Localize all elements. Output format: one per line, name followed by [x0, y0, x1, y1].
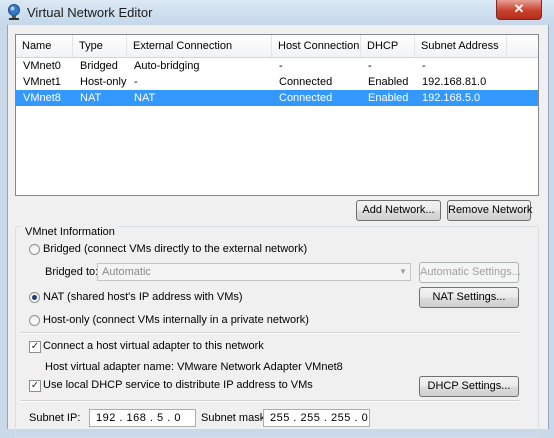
nat-settings-button[interactable]: NAT Settings... [419, 287, 519, 308]
nat-radio-label[interactable]: NAT (shared host's IP address with VMs) [43, 291, 243, 303]
cell-type: Host-only [80, 76, 127, 88]
vmware-network-icon [8, 4, 20, 20]
close-icon: ✕ [513, 1, 525, 16]
window-title: Virtual Network Editor [27, 5, 153, 20]
table-row-selected[interactable]: VMnet8 NAT NAT Connected Enabled 192.168… [16, 90, 538, 106]
table-row[interactable]: VMnet1 Host-only - Connected Enabled 192… [16, 74, 538, 90]
bridged-to-select[interactable]: Automatic ▼ [97, 263, 411, 281]
column-header-name[interactable]: Name [16, 35, 73, 57]
cell-name: VMnet8 [23, 92, 61, 104]
column-header-subnet-address[interactable]: Subnet Address [415, 35, 507, 57]
cell-name: VMnet1 [23, 76, 61, 88]
column-header-external-connection[interactable]: External Connection [127, 35, 272, 57]
cell-subnet-address: - [422, 60, 426, 72]
adapter-name-text: Host virtual adapter name: VMware Networ… [45, 361, 343, 373]
host-only-radio[interactable] [29, 315, 40, 326]
cell-external-connection: NAT [134, 92, 156, 104]
bridged-to-label: Bridged to: [45, 266, 99, 278]
separator [21, 332, 519, 334]
cell-host-connection: Connected [279, 76, 333, 88]
cell-name: VMnet0 [23, 60, 61, 72]
close-button[interactable]: ✕ [496, 0, 542, 20]
cell-subnet-address: 192.168.5.0 [422, 92, 481, 104]
cell-type: NAT [80, 92, 102, 104]
add-network-button[interactable]: Add Network... [356, 200, 441, 221]
chevron-down-icon: ▼ [399, 267, 407, 276]
cell-external-connection: - [134, 76, 138, 88]
automatic-settings-button[interactable]: Automatic Settings... [419, 262, 521, 283]
cell-subnet-address: 192.168.81.0 [422, 76, 487, 88]
title-bar: Virtual Network Editor ✕ [0, 0, 554, 25]
cell-dhcp: Enabled [368, 92, 409, 104]
host-only-radio-label[interactable]: Host-only (connect VMs internally in a p… [43, 314, 309, 326]
dhcp-label[interactable]: Use local DHCP service to distribute IP … [43, 379, 313, 391]
cell-dhcp: Enabled [368, 76, 409, 88]
cell-type: Bridged [80, 60, 118, 72]
separator [21, 400, 519, 402]
bridged-radio[interactable] [29, 244, 40, 255]
connect-adapter-checkbox[interactable]: ✓ [29, 341, 41, 353]
cell-external-connection: Auto-bridging [134, 60, 200, 72]
subnet-mask-label: Subnet mask: [201, 412, 269, 424]
bridged-to-value: Automatic [102, 266, 151, 278]
connect-adapter-label[interactable]: Connect a host virtual adapter to this n… [43, 340, 264, 352]
remove-network-button[interactable]: Remove Network [447, 200, 532, 221]
table-row[interactable]: VMnet0 Bridged Auto-bridging - - - [16, 58, 538, 74]
cell-host-connection: - [279, 60, 283, 72]
column-header-dhcp[interactable]: DHCP [361, 35, 415, 57]
subnet-ip-input[interactable]: 192 . 168 . 5 . 0 [89, 409, 196, 427]
column-header-type[interactable]: Type [73, 35, 127, 57]
cell-dhcp: - [368, 60, 372, 72]
subnet-mask-input[interactable]: 255 . 255 . 255 . 0 [263, 409, 370, 427]
network-list-header: Name Type External Connection Host Conne… [16, 35, 538, 58]
subnet-ip-label: Subnet IP: [29, 412, 81, 424]
bridged-radio-label[interactable]: Bridged (connect VMs directly to the ext… [43, 243, 307, 255]
column-header-host-connection[interactable]: Host Connection [272, 35, 361, 57]
dhcp-settings-button[interactable]: DHCP Settings... [419, 376, 519, 397]
nat-radio[interactable] [29, 292, 40, 303]
cell-host-connection: Connected [279, 92, 333, 104]
vmnet-information-label: VMnet Information [21, 226, 119, 238]
network-list[interactable]: Name Type External Connection Host Conne… [15, 34, 539, 196]
dhcp-checkbox[interactable]: ✓ [29, 380, 41, 392]
